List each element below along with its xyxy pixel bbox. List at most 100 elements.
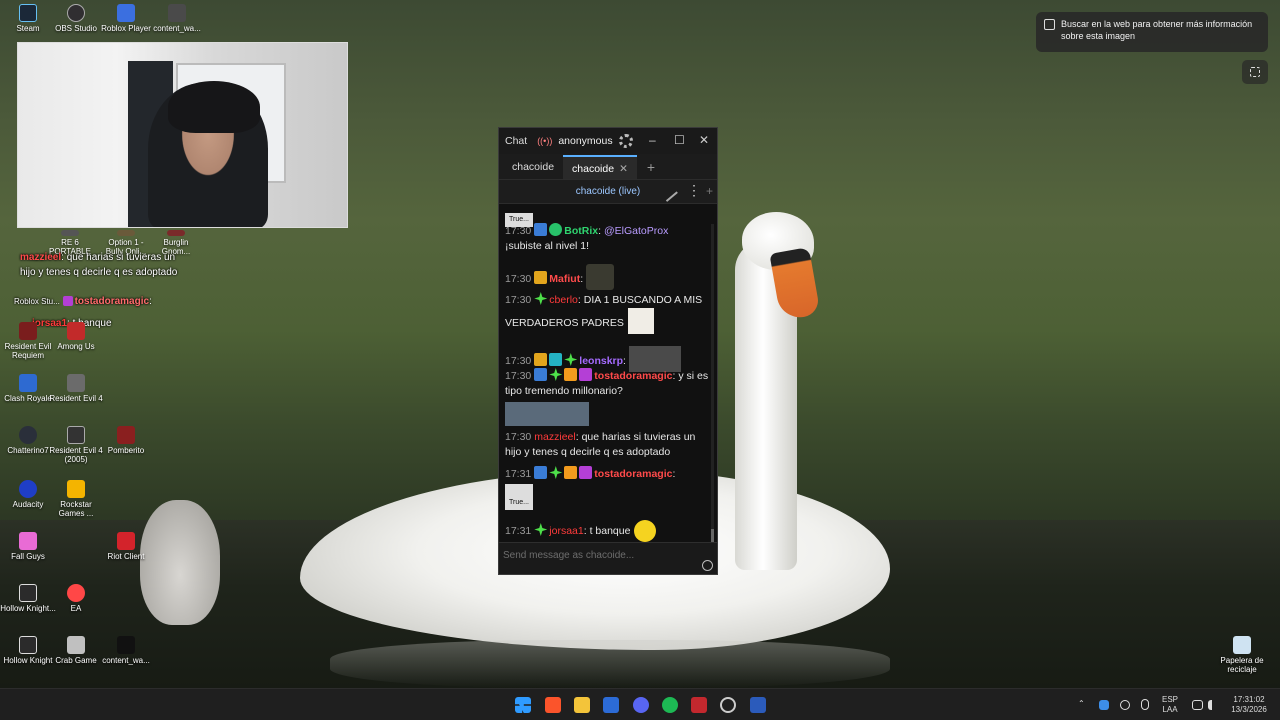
tab-chacoide[interactable]: chacoide <box>503 155 563 179</box>
verified-badge-icon <box>549 223 563 236</box>
message-timestamp: 17:30 <box>505 355 532 367</box>
message-username[interactable]: Mafiut <box>549 273 580 285</box>
desktop-icon-label: Among Us <box>57 342 95 351</box>
moderator-badge-icon <box>534 466 548 479</box>
scan-icon <box>1250 67 1260 77</box>
bing-icon[interactable] <box>603 697 619 713</box>
keyboard-layout: LAA <box>1162 705 1178 714</box>
audacity-icon <box>19 480 37 498</box>
message-username[interactable]: cberlo <box>549 294 578 306</box>
desktop-icon-content-warning-2[interactable]: content_wa... <box>98 636 154 665</box>
overlay-chat-message: mazzieel: que harias si tuvieras un hijo… <box>20 250 190 280</box>
chat-scrollbar[interactable] <box>711 224 714 554</box>
desktop-icon-label: Resident Evil 4 <box>49 394 103 403</box>
smile-emote <box>634 520 657 542</box>
sub-badge-icon <box>62 296 73 306</box>
message-username[interactable]: tostadoramagic <box>594 370 672 382</box>
desktop-icon-obs[interactable]: OBS Studio <box>48 4 104 33</box>
sync-icon[interactable] <box>1120 700 1130 710</box>
chat-tabs: chacoide chacoide ✕ + <box>499 154 717 180</box>
star-badge-icon <box>534 292 548 305</box>
desktop-icon-label: Riot Client <box>107 552 145 561</box>
show-hidden-icons-icon[interactable]: ⌃ <box>1078 699 1085 709</box>
emoji-picker-icon[interactable] <box>702 560 713 571</box>
spotify-icon[interactable] <box>662 697 678 713</box>
message-timestamp: 17:30 <box>505 370 532 382</box>
desktop-icon-content-warning[interactable]: content_wa... <box>148 4 206 33</box>
among-us-icon <box>67 322 85 340</box>
minimize-button[interactable]: – <box>649 133 656 147</box>
tray-app-icon[interactable] <box>1099 700 1109 710</box>
start-button-icon[interactable] <box>515 697 531 713</box>
desktop-icon-resident-evil-4[interactable]: Resident Evil 4 <box>48 374 104 403</box>
desktop-icon-label: EA <box>70 604 82 613</box>
desktop-icon-riot-client[interactable]: Riot Client <box>98 532 154 561</box>
chat-message: 17:30 tostadoramagic: y si es tipo tremen… <box>505 368 709 426</box>
clock[interactable]: 17:31:02 13/3/2026 <box>1226 695 1272 715</box>
message-input[interactable]: Send message as chacoide... <box>499 542 717 574</box>
brave-browser-icon[interactable] <box>545 697 561 713</box>
desktop-icon-ea[interactable]: EA <box>48 584 104 613</box>
visual-search-tooltip[interactable]: Buscar en la web para obtener más inform… <box>1036 12 1268 52</box>
re6-icon <box>61 230 79 236</box>
riot-client-icon <box>117 532 135 550</box>
chat-message: 17:31 jorsaa1: t banque <box>505 520 709 542</box>
visual-search-button[interactable] <box>1242 60 1268 84</box>
add-tab-button[interactable]: + <box>647 159 655 179</box>
tab-chacoide-active[interactable]: chacoide ✕ <box>563 155 637 179</box>
volume-icon[interactable] <box>1208 700 1219 710</box>
spongebob-emote <box>586 264 615 290</box>
message-timestamp: 17:30 <box>505 294 532 306</box>
tab-close-icon[interactable]: ✕ <box>619 163 628 175</box>
message-username[interactable]: BotRix <box>564 225 598 237</box>
language-indicator[interactable]: ESP LAA <box>1162 695 1178 715</box>
content-warning-icon <box>117 636 135 654</box>
moderation-icon[interactable] <box>658 182 678 202</box>
language-code: ESP <box>1162 695 1179 704</box>
settings-gear-icon[interactable] <box>618 134 633 148</box>
chat-message: 17:30 Mafiut: <box>505 264 709 290</box>
desktop-icon-crab-game[interactable]: Crab Game <box>48 636 104 665</box>
obs-taskbar-icon[interactable] <box>720 697 736 713</box>
chat-messages: True... 17:30 BotRix: @ElGatoProx ¡subiste… <box>499 204 717 542</box>
desktop-icon-among-us[interactable]: Among Us <box>48 322 104 351</box>
maximize-button[interactable]: ☐ <box>674 133 685 147</box>
desktop-icon-roblox[interactable]: Roblox Player <box>98 4 154 33</box>
message-timestamp: 17:30 <box>505 431 532 443</box>
app-icon[interactable] <box>691 697 707 713</box>
recycle-bin-icon <box>1233 636 1251 654</box>
more-options-icon[interactable]: ⋮ <box>687 183 701 197</box>
visual-search-tooltip-text: Buscar en la web para obtener más inform… <box>1061 19 1253 41</box>
desktop-icon-resident-evil-4-2005[interactable]: Resident Evil 4 (2005) <box>48 426 104 464</box>
network-icon[interactable] <box>1192 700 1203 710</box>
message-text: t banque <box>589 525 631 537</box>
account-selector[interactable]: anonymous <box>558 135 612 147</box>
file-explorer-icon[interactable] <box>574 697 590 713</box>
desktop-icon-pomberito[interactable]: Pomberito <box>98 426 154 455</box>
webcam-overlay <box>17 42 348 228</box>
desktop-icon-rockstar[interactable]: Rockstar Games ... <box>48 480 104 518</box>
overlay-chat-user: tostadoramagic <box>74 296 150 307</box>
desktop-icon-recycle-bin[interactable]: Papelera de reciclaje <box>1214 636 1270 674</box>
box-badge-icon <box>564 368 578 381</box>
message-username[interactable]: tostadoramagic <box>594 468 672 480</box>
roblox-icon <box>117 4 135 22</box>
portrait-emote <box>627 308 654 334</box>
message-mention[interactable]: @ElGatoProx <box>604 225 668 237</box>
moderator-badge-icon <box>534 368 548 381</box>
discord-icon[interactable] <box>633 697 649 713</box>
content-warning-icon <box>168 4 186 22</box>
desktop-icon-fall-guys[interactable]: Fall Guys <box>0 532 56 561</box>
chatterino-taskbar-icon[interactable] <box>750 697 766 713</box>
close-button[interactable]: ✕ <box>699 133 709 147</box>
message-text: ¡subiste al nivel 1! <box>505 240 590 252</box>
message-username[interactable]: jorsaa1 <box>549 525 583 537</box>
message-username[interactable]: mazzieel <box>534 431 575 443</box>
message-username[interactable]: leonskrp <box>579 355 623 367</box>
wallpaper-reflection <box>330 640 890 688</box>
true-emote: True... <box>505 484 533 510</box>
tier-badge-icon <box>579 368 593 381</box>
ea-icon <box>67 584 85 602</box>
add-split-icon[interactable]: + <box>706 184 713 198</box>
microphone-icon[interactable] <box>1141 699 1149 710</box>
